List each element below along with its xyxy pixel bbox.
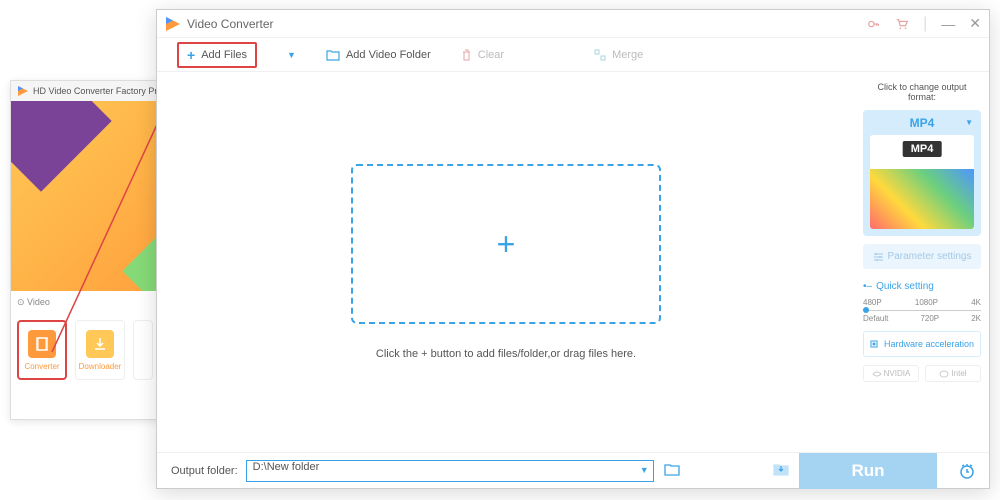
run-button[interactable]: Run bbox=[799, 453, 937, 489]
bg-tool-label: Downloader bbox=[79, 362, 122, 371]
bottom-bar: Output folder: D:\New folder Run bbox=[157, 452, 989, 488]
minimize-button[interactable]: — bbox=[941, 16, 955, 32]
format-hint: Click to change output format: bbox=[863, 82, 981, 102]
merge-icon bbox=[594, 49, 606, 61]
merge-button[interactable]: Merge bbox=[594, 49, 643, 61]
open-output-button[interactable] bbox=[771, 462, 791, 479]
bg-tool-more[interactable] bbox=[133, 320, 153, 380]
merge-label: Merge bbox=[612, 49, 643, 61]
format-thumbnail: MP4 bbox=[869, 134, 975, 230]
gpu-row: NVIDIA Intel bbox=[863, 365, 981, 382]
video-converter-window: Video Converter | — ✕ + Add Files ▼ Add … bbox=[156, 9, 990, 489]
scheduler-button[interactable] bbox=[945, 453, 989, 489]
format-badge: MP4 bbox=[903, 141, 942, 157]
folder-icon bbox=[326, 49, 340, 61]
dropzone-hint: Click the + button to add files/folder,o… bbox=[376, 348, 636, 360]
quick-setting-section: •–Quick setting 480P 1080P 4K Default 72… bbox=[863, 281, 981, 323]
output-folder-input[interactable]: D:\New folder bbox=[246, 460, 654, 482]
dropzone-plus-icon: + bbox=[497, 226, 516, 263]
clock-icon bbox=[958, 462, 976, 480]
toolbar: + Add Files ▼ Add Video Folder Clear Mer… bbox=[157, 38, 989, 72]
bg-tool-converter[interactable]: Converter bbox=[17, 320, 67, 380]
converter-icon bbox=[28, 330, 56, 358]
hardware-acceleration-button[interactable]: Hardware acceleration bbox=[863, 331, 981, 357]
hw-label: Hardware acceleration bbox=[884, 339, 974, 349]
parameter-settings-button[interactable]: Parameter settings bbox=[863, 244, 981, 269]
main-area: + Click the + button to add files/folder… bbox=[157, 72, 855, 452]
sliders-icon bbox=[873, 251, 884, 262]
clear-button[interactable]: Clear bbox=[461, 49, 504, 61]
app-icon bbox=[165, 16, 181, 32]
bg-tool-downloader[interactable]: Downloader bbox=[75, 320, 125, 380]
chip-icon bbox=[868, 338, 880, 350]
window-title: Video Converter bbox=[187, 17, 867, 31]
chevron-down-icon: ▼ bbox=[965, 118, 973, 127]
add-folder-button[interactable]: Add Video Folder bbox=[326, 49, 431, 61]
browse-folder-button[interactable] bbox=[662, 462, 682, 479]
add-files-dropdown[interactable]: ▼ bbox=[287, 50, 296, 60]
format-selector[interactable]: MP4 ▼ MP4 bbox=[863, 110, 981, 236]
right-panel: Click to change output format: MP4 ▼ MP4… bbox=[855, 72, 989, 452]
content-area: + Click the + button to add files/folder… bbox=[157, 72, 989, 452]
trash-icon bbox=[461, 49, 472, 61]
dropzone[interactable]: + bbox=[351, 164, 661, 324]
param-label: Parameter settings bbox=[888, 251, 972, 262]
format-label: MP4 bbox=[910, 116, 935, 130]
add-files-label: Add Files bbox=[201, 49, 247, 61]
add-folder-label: Add Video Folder bbox=[346, 49, 431, 61]
quality-slider[interactable]: 480P 1080P 4K Default 720P 2K bbox=[863, 298, 981, 323]
downloader-icon bbox=[86, 330, 114, 358]
quick-setting-label: •–Quick setting bbox=[863, 281, 981, 292]
nvidia-badge: NVIDIA bbox=[863, 365, 919, 382]
bg-app-icon bbox=[17, 85, 29, 97]
close-button[interactable]: ✕ bbox=[969, 15, 981, 32]
bg-tool-label: Converter bbox=[24, 362, 59, 371]
bg-app-title: HD Video Converter Factory Pro bbox=[33, 86, 162, 96]
intel-badge: Intel bbox=[925, 365, 981, 382]
titlebar: Video Converter | — ✕ bbox=[157, 10, 989, 38]
clear-label: Clear bbox=[478, 49, 504, 61]
plus-icon: + bbox=[187, 47, 195, 63]
add-files-button[interactable]: + Add Files bbox=[177, 42, 257, 68]
output-folder-label: Output folder: bbox=[171, 465, 238, 477]
cart-icon[interactable] bbox=[895, 17, 909, 31]
key-icon[interactable] bbox=[867, 17, 881, 31]
